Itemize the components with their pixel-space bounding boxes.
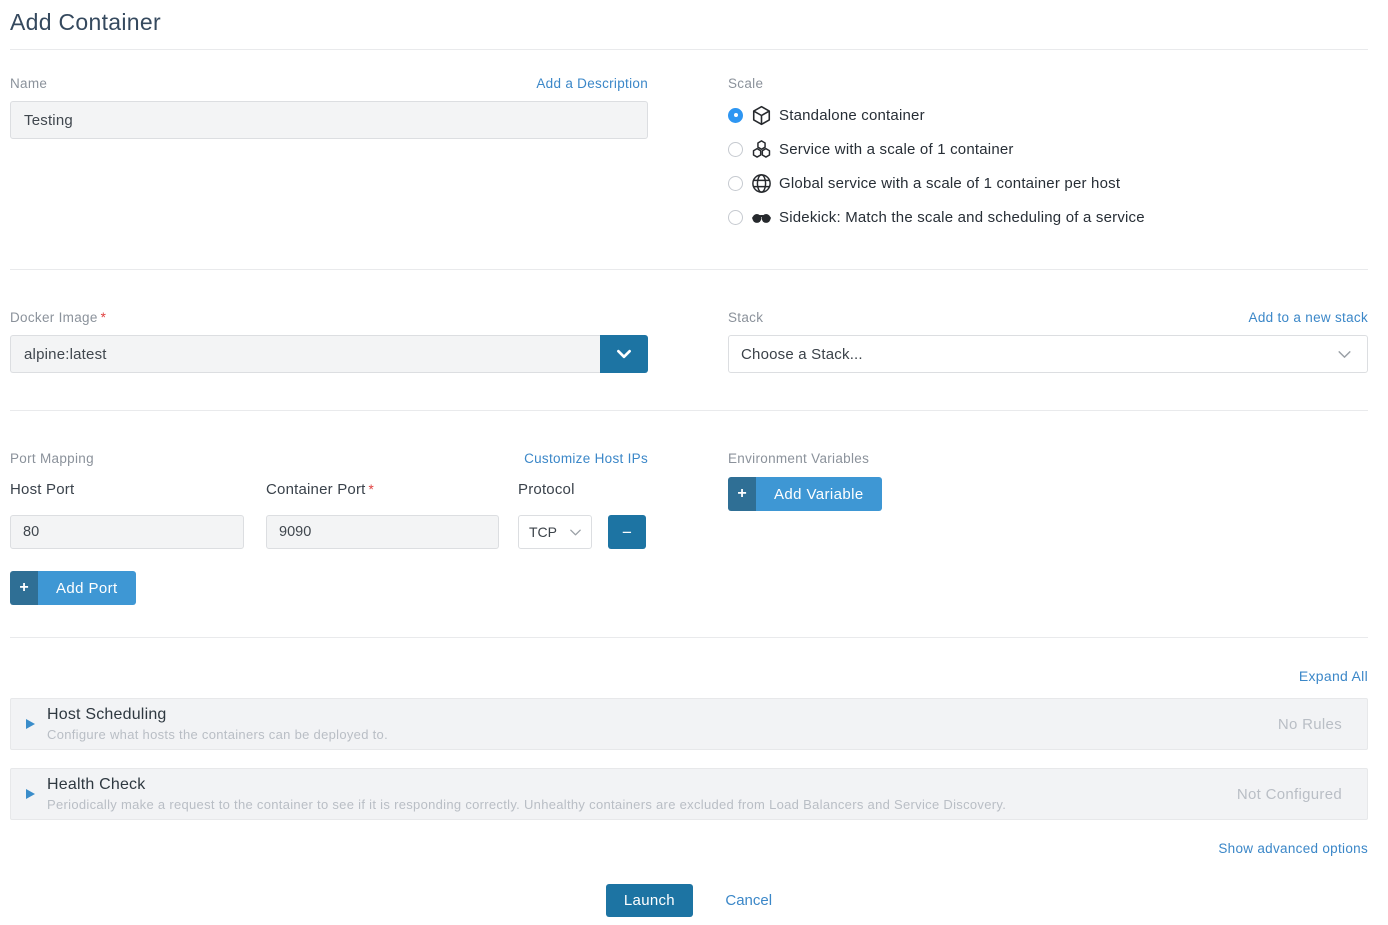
divider xyxy=(10,637,1368,638)
chevron-down-icon xyxy=(615,345,633,363)
name-label-row: Name Add a Description xyxy=(10,76,648,92)
divider xyxy=(10,410,1368,411)
page-title: Add Container xyxy=(10,0,1368,36)
protocol-select-value: TCP xyxy=(529,524,557,540)
environment-variables-column: Environment Variables + Add Variable xyxy=(728,451,1368,605)
radio-service[interactable] xyxy=(728,142,743,157)
add-description-link[interactable]: Add a Description xyxy=(536,76,648,91)
stack-label-row: Stack Add to a new stack xyxy=(728,310,1368,326)
scale-option-label: Service with a scale of 1 container xyxy=(779,141,1014,158)
add-port-button[interactable]: + Add Port xyxy=(10,571,136,605)
accordion-text: Host Scheduling Configure what hosts the… xyxy=(47,706,1278,742)
port-mapping-row: TCP − xyxy=(10,515,648,549)
plus-icon: + xyxy=(728,477,756,511)
docker-image-input[interactable] xyxy=(10,335,600,373)
scale-option-label: Global service with a scale of 1 contain… xyxy=(779,175,1120,192)
host-port-label: Host Port xyxy=(10,481,266,498)
triangle-right-icon xyxy=(26,719,35,729)
radio-global[interactable] xyxy=(728,176,743,191)
plus-icon: + xyxy=(10,571,38,605)
chevron-down-icon xyxy=(568,525,583,540)
add-variable-button[interactable]: + Add Variable xyxy=(728,477,882,511)
accordion-description: Configure what hosts the containers can … xyxy=(47,727,1278,742)
scale-label-row: Scale xyxy=(728,76,1368,92)
add-variable-button-label: Add Variable xyxy=(756,477,882,511)
add-port-button-label: Add Port xyxy=(38,571,136,605)
expand-all-link[interactable]: Expand All xyxy=(1299,668,1368,684)
scale-option-service[interactable]: Service with a scale of 1 container xyxy=(728,132,1368,166)
minus-icon: − xyxy=(622,524,632,541)
stack-select-value: Choose a Stack... xyxy=(741,346,863,363)
port-mapping-label-row: Port Mapping Customize Host IPs xyxy=(10,451,648,467)
scale-option-sidekick[interactable]: Sidekick: Match the scale and scheduling… xyxy=(728,200,1368,234)
globe-icon xyxy=(751,173,772,194)
host-scheduling-accordion[interactable]: Host Scheduling Configure what hosts the… xyxy=(10,698,1368,750)
chevron-down-icon xyxy=(1336,346,1353,363)
host-port-input[interactable] xyxy=(10,515,244,549)
customize-host-ips-link[interactable]: Customize Host IPs xyxy=(524,451,648,466)
accordion-title: Host Scheduling xyxy=(47,706,1278,724)
status-badge: No Rules xyxy=(1278,716,1342,733)
stack-select[interactable]: Choose a Stack... xyxy=(728,335,1368,373)
status-badge: Not Configured xyxy=(1237,786,1342,803)
environment-variables-label: Environment Variables xyxy=(728,451,869,466)
launch-button[interactable]: Launch xyxy=(606,884,693,917)
image-stack-section: Docker Image* Stack Add to a new stack xyxy=(10,310,1368,373)
scale-label: Scale xyxy=(728,76,763,91)
port-mapping-column: Port Mapping Customize Host IPs Host Por… xyxy=(10,451,648,605)
triangle-right-icon xyxy=(26,789,35,799)
protocol-label: Protocol xyxy=(518,481,575,498)
port-field-labels: Host Port Container Port* Protocol xyxy=(10,481,648,498)
scale-option-label: Standalone container xyxy=(779,107,925,124)
docker-image-dropdown-button[interactable] xyxy=(600,335,648,373)
footer-actions: Launch Cancel xyxy=(10,884,1368,917)
divider xyxy=(10,49,1368,50)
divider xyxy=(10,269,1368,270)
cancel-button[interactable]: Cancel xyxy=(725,892,772,909)
docker-image-label: Docker Image* xyxy=(10,310,106,325)
service-cluster-icon xyxy=(751,139,772,160)
scale-option-global[interactable]: Global service with a scale of 1 contain… xyxy=(728,166,1368,200)
radio-standalone[interactable] xyxy=(728,108,743,123)
ports-env-section: Port Mapping Customize Host IPs Host Por… xyxy=(10,451,1368,605)
stack-label: Stack xyxy=(728,310,763,325)
scale-option-standalone[interactable]: Standalone container xyxy=(728,98,1368,132)
advanced-options-row: Show advanced options xyxy=(10,840,1368,858)
remove-port-button[interactable]: − xyxy=(608,515,646,549)
add-new-stack-link[interactable]: Add to a new stack xyxy=(1249,310,1368,325)
name-scale-section: Name Add a Description Scale Standalone … xyxy=(10,76,1368,234)
add-port-wrap: + Add Port xyxy=(10,571,648,605)
name-input[interactable] xyxy=(10,101,648,139)
stack-column: Stack Add to a new stack Choose a Stack.… xyxy=(728,310,1368,373)
scale-option-label: Sidekick: Match the scale and scheduling… xyxy=(779,209,1145,226)
docker-image-input-group xyxy=(10,335,648,373)
name-label: Name xyxy=(10,76,47,91)
environment-label-row: Environment Variables xyxy=(728,451,1368,467)
required-asterisk: * xyxy=(101,310,107,325)
health-check-accordion[interactable]: Health Check Periodically make a request… xyxy=(10,768,1368,820)
accordion-description: Periodically make a request to the conta… xyxy=(47,797,1237,812)
container-port-label: Container Port* xyxy=(266,481,518,498)
cube-icon xyxy=(751,105,772,126)
docker-image-label-row: Docker Image* xyxy=(10,310,648,326)
accordion-title: Health Check xyxy=(47,776,1237,794)
name-column: Name Add a Description xyxy=(10,76,648,234)
mask-icon xyxy=(751,207,772,228)
scale-column: Scale Standalone container xyxy=(728,76,1368,234)
show-advanced-options-link[interactable]: Show advanced options xyxy=(1218,841,1368,856)
radio-sidekick[interactable] xyxy=(728,210,743,225)
port-mapping-label: Port Mapping xyxy=(10,451,94,466)
add-container-page: Add Container Name Add a Description Sca… xyxy=(0,0,1388,917)
protocol-select[interactable]: TCP xyxy=(518,515,592,549)
required-asterisk: * xyxy=(369,482,374,497)
docker-image-column: Docker Image* xyxy=(10,310,648,373)
container-port-input[interactable] xyxy=(266,515,499,549)
expand-all-row: Expand All xyxy=(10,668,1368,686)
accordion-text: Health Check Periodically make a request… xyxy=(47,776,1237,812)
